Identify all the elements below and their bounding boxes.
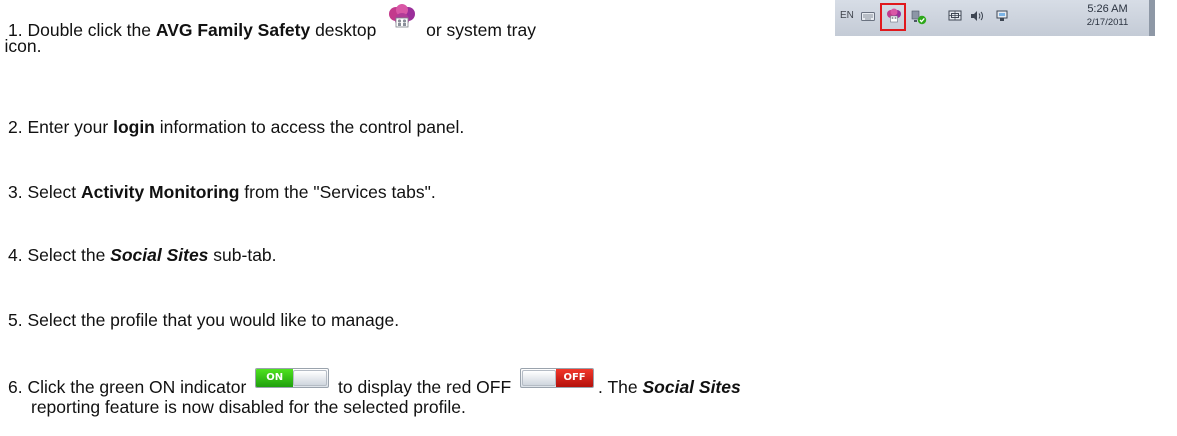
toggle-knob xyxy=(293,370,328,386)
step-1-app-name: AVG Family Safety xyxy=(155,20,311,40)
on-indicator-label: ON xyxy=(256,369,294,387)
step-5-text: Select the profile that you would like t… xyxy=(27,310,400,330)
step-6-continued: reporting feature is now disabled for th… xyxy=(8,397,466,418)
keyboard-icon xyxy=(861,12,875,21)
step-4-social-sites: Social Sites xyxy=(110,245,209,265)
tray-icon-highlight-box xyxy=(880,3,906,31)
step-2-text-pre: Enter your xyxy=(27,117,114,137)
step-5: 5. Select the profile that you would lik… xyxy=(8,310,399,331)
step-1-text-post: or system tray xyxy=(421,20,536,40)
step-2-number: 2. xyxy=(8,117,28,137)
step-1: 1. Double click the AVG Family Safety de… xyxy=(8,4,536,41)
language-indicator: EN xyxy=(840,10,854,21)
off-indicator-label: OFF xyxy=(556,369,594,387)
speaker-icon xyxy=(971,11,983,21)
avg-family-safety-desktop-icon xyxy=(389,4,416,28)
tray-clock-time[interactable]: 5:26 AM xyxy=(1080,3,1135,16)
step-6-text-pre: Click the green ON indicator xyxy=(27,377,252,397)
step-1-text-mid: desktop xyxy=(310,20,382,40)
step-1-text-cont: icon. xyxy=(4,36,42,56)
step-6-number: 6. xyxy=(8,377,28,397)
step-5-number: 5. xyxy=(8,310,28,330)
step-6-social-sites: Social Sites xyxy=(642,377,741,397)
step-2: 2. Enter your login information to acces… xyxy=(8,117,464,138)
power-icon xyxy=(996,10,1008,21)
step-2-login: login xyxy=(113,117,155,137)
off-indicator-toggle[interactable]: OFF xyxy=(520,368,595,388)
step-3-number: 3. xyxy=(8,182,28,202)
toggle-knob xyxy=(522,370,557,386)
step-3-activity-monitoring: Activity Monitoring xyxy=(80,182,240,202)
step-4-number: 4. xyxy=(8,245,28,265)
step-6: 6. Click the green ON indicator ON to di… xyxy=(8,368,741,398)
on-indicator-toggle[interactable]: ON xyxy=(255,368,330,388)
step-6-text-mid: to display the red OFF xyxy=(333,377,517,397)
step-1-continued: 1. icon. xyxy=(4,36,64,57)
step-4-text-post: sub-tab. xyxy=(208,245,277,265)
step-6-text-post-pre: . The xyxy=(598,377,643,397)
system-tray-screenshot: EN 5:26 AM 2/17/2011 xyxy=(835,0,1155,36)
tray-clock-date[interactable]: 2/17/2011 xyxy=(1080,17,1135,29)
display-icon xyxy=(948,10,962,21)
step-6-text-cont: reporting feature is now disabled for th… xyxy=(31,397,466,417)
step-3: 3. Select Activity Monitoring from the "… xyxy=(8,182,436,203)
step-4-text-pre: Select the xyxy=(27,245,111,265)
step-3-text-post: from the "Services tabs". xyxy=(239,182,436,202)
network-shield-icon xyxy=(911,10,927,25)
step-3-text-pre: Select xyxy=(27,182,81,202)
step-4: 4. Select the Social Sites sub-tab. xyxy=(8,245,277,266)
step-2-text-post: information to access the control panel. xyxy=(154,117,465,137)
